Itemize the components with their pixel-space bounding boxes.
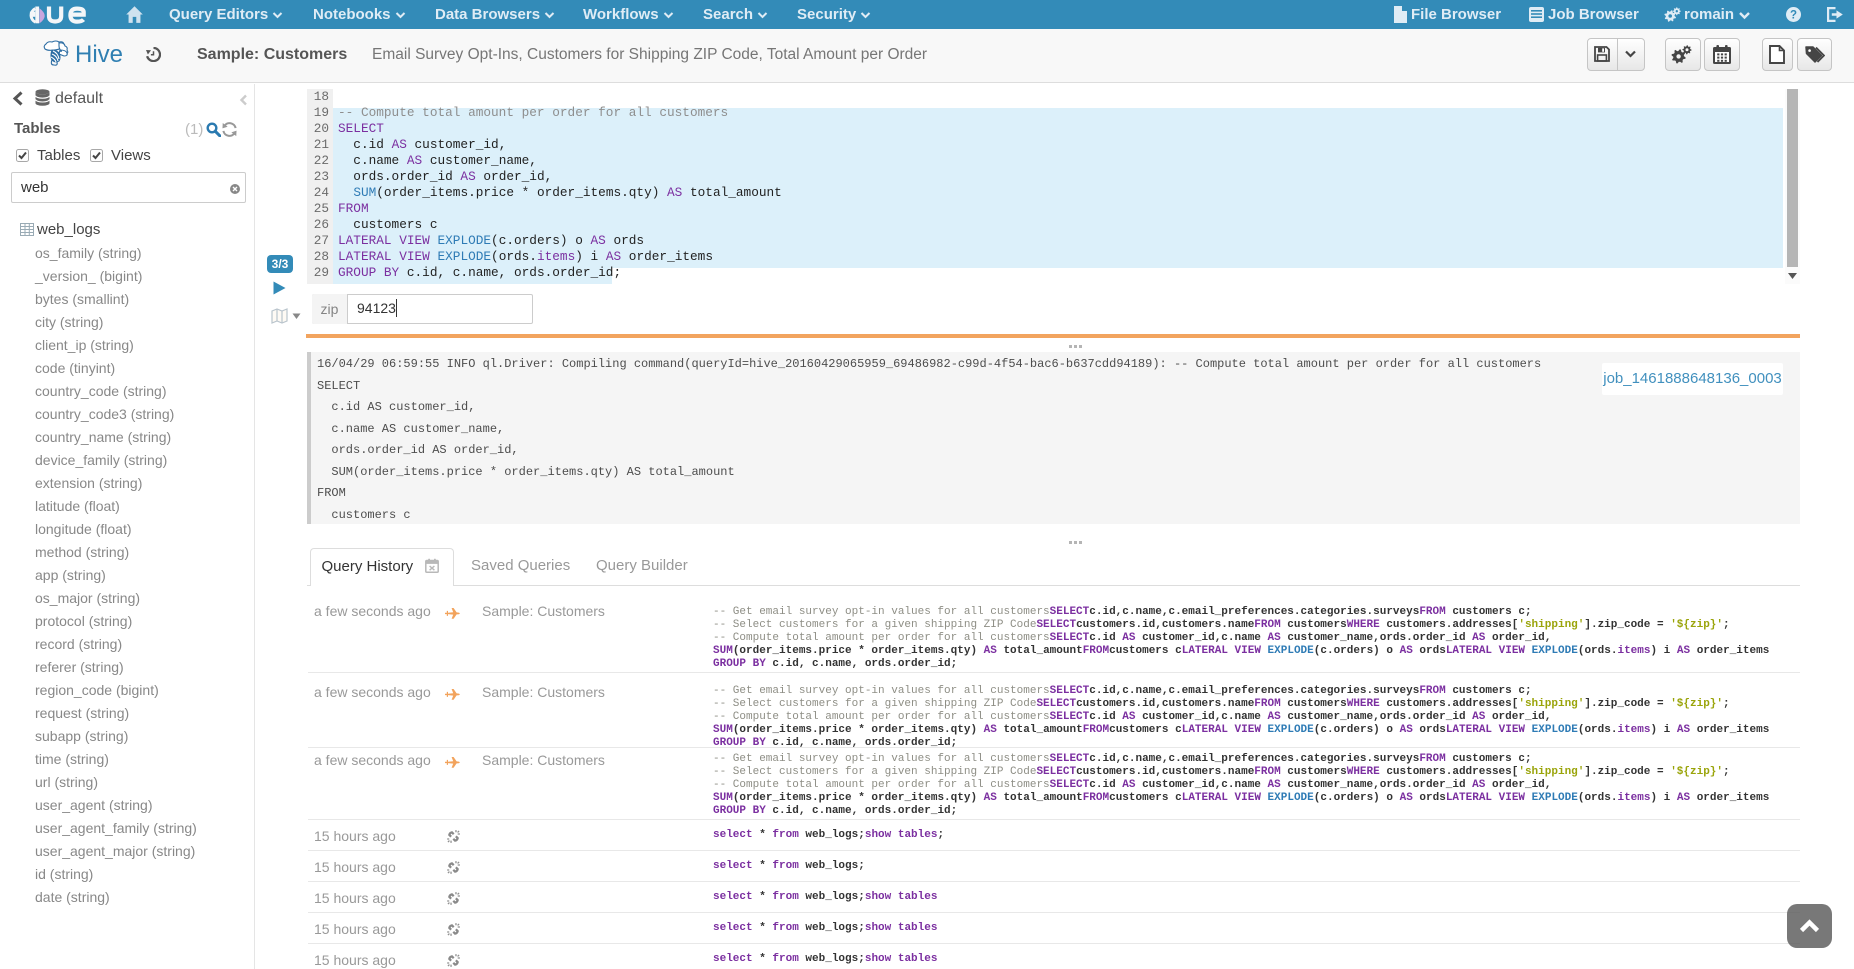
- svg-text:?: ?: [1790, 10, 1797, 22]
